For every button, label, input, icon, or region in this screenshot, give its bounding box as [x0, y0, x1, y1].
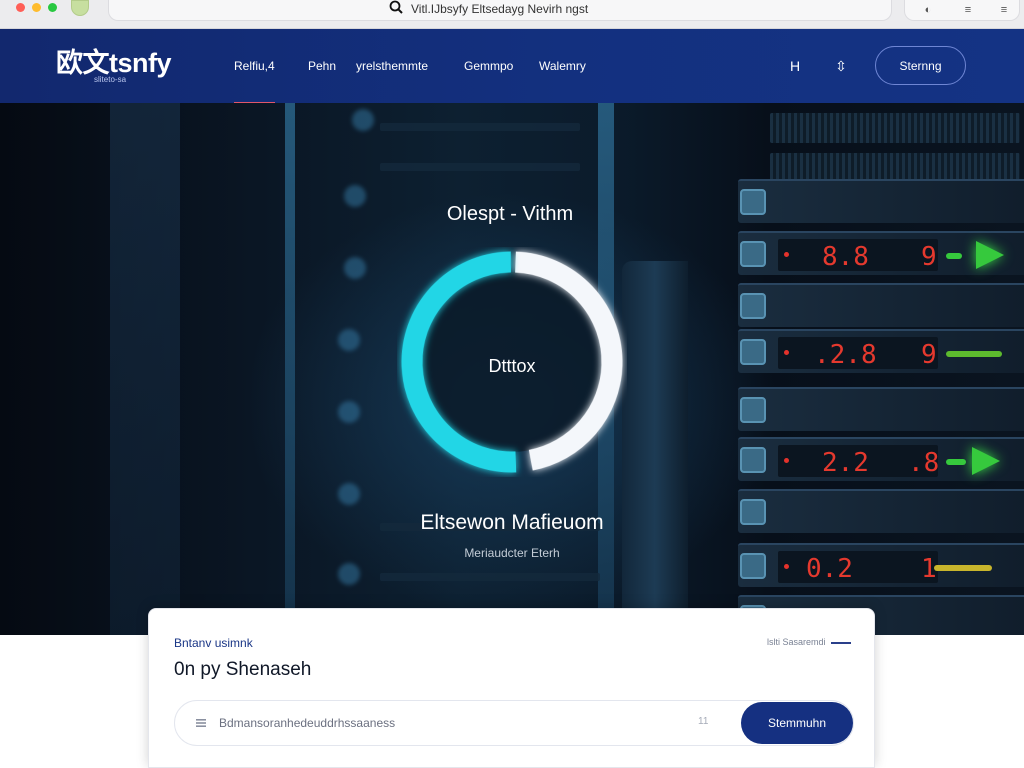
- bokeh-light: [352, 109, 374, 131]
- hero-heading: Olespt - Vithm: [446, 203, 574, 225]
- rack-knob: [740, 447, 766, 473]
- circle-half-icon[interactable]: ◐: [921, 3, 935, 17]
- browser-tab[interactable]: [71, 0, 89, 16]
- rack-vent: [770, 113, 1020, 143]
- readout-value: 9: [921, 242, 937, 272]
- progress-ring: Dtttox: [397, 247, 627, 477]
- rack-unit: [738, 489, 1024, 533]
- nav-item-2[interactable]: Pehn: [308, 59, 336, 73]
- search-bar: 11 Stemmuhn: [174, 700, 854, 746]
- hero-subtitle: Meriaudcter Eterh: [464, 546, 560, 560]
- filter-icon[interactable]: [195, 718, 207, 728]
- rack-knob: [740, 241, 766, 267]
- browser-chrome: Vitl.IJbsyfy Eltsedayg Nevirh ngst ◐ ≡ ≡: [0, 0, 1024, 29]
- readout-value: 0.2: [806, 554, 853, 584]
- send-icon[interactable]: ⇳: [832, 57, 850, 75]
- close-window-button[interactable]: [16, 3, 25, 12]
- search-hint: 11: [698, 716, 709, 727]
- card-more-link[interactable]: lslti Sasaremdi: [767, 637, 851, 647]
- led-display: 2.2 .8: [778, 445, 940, 478]
- status-led: [946, 459, 966, 465]
- menu-icon[interactable]: ≡: [997, 3, 1011, 17]
- status-led: [934, 565, 992, 571]
- rack-knob: [740, 293, 766, 319]
- bokeh-light: [338, 401, 360, 423]
- search-submit-button[interactable]: Stemmuhn: [741, 702, 853, 744]
- bokeh-light: [338, 329, 360, 351]
- rack-readout-1: 8.8 9: [738, 231, 1024, 275]
- nav-item-1[interactable]: Relfiu,4: [234, 59, 275, 104]
- rack-slat: [380, 123, 580, 131]
- maximize-window-button[interactable]: [48, 3, 57, 12]
- bokeh-light: [338, 483, 360, 505]
- readout-value: .2.8: [814, 340, 877, 370]
- header-cta-button[interactable]: Sternng: [875, 46, 966, 85]
- rack-knob: [740, 397, 766, 423]
- play-arrow-icon: [972, 447, 1000, 475]
- search-input[interactable]: [219, 712, 679, 734]
- readout-value: .8: [908, 448, 940, 478]
- site-header: 欧文tsnfy sliteto-sa Relfiu,4 Pehn yrelsth…: [0, 29, 1024, 104]
- nav-item-4[interactable]: Gemmpo: [464, 59, 513, 73]
- rack-knob: [740, 499, 766, 525]
- led-display: .2.8 9: [778, 337, 938, 370]
- rack-knob: [740, 189, 766, 215]
- rack-slat: [380, 163, 580, 171]
- browser-actions: ◐ ≡ ≡: [904, 0, 1020, 21]
- window-controls: [16, 3, 57, 12]
- card-eyebrow: Bntanv usimnk: [174, 636, 253, 650]
- card-title: 0n py Shenaseh: [174, 659, 312, 680]
- status-dot: [784, 350, 789, 355]
- minimize-window-button[interactable]: [32, 3, 41, 12]
- site-logo[interactable]: 欧文tsnfy sliteto-sa: [56, 48, 172, 84]
- readout-value: 2.2: [822, 448, 869, 478]
- logo-text: 欧文tsnfy: [56, 48, 172, 78]
- rack-knob: [740, 553, 766, 579]
- bokeh-light: [338, 563, 360, 585]
- nav-item-5[interactable]: Walemry: [539, 59, 586, 73]
- logo-tagline: sliteto-sa: [94, 75, 127, 84]
- rack-knob: [740, 339, 766, 365]
- status-dot: [784, 564, 789, 569]
- status-dot: [784, 252, 789, 257]
- h-icon[interactable]: H: [786, 57, 804, 75]
- play-arrow-icon: [976, 241, 1004, 269]
- bokeh-light: [344, 185, 366, 207]
- search-icon: [389, 0, 403, 14]
- status-dot: [784, 458, 789, 463]
- led-display: 8.8 9: [778, 239, 938, 272]
- list-icon[interactable]: ≡: [961, 3, 975, 17]
- url-text: Vitl.IJbsyfy Eltsedayg Nevirh ngst: [411, 2, 589, 16]
- rack-unit: [738, 387, 1024, 431]
- rack-readout-2: .2.8 9: [738, 329, 1024, 373]
- readout-value: 8.8: [822, 242, 869, 272]
- background-rack: [110, 103, 180, 635]
- rack-slat: [380, 573, 600, 581]
- led-display: 0.2 1: [778, 551, 938, 584]
- rack-readout-4: 0.2 1: [738, 543, 1024, 587]
- hero-title: Eltsewon Mafieuom: [420, 511, 604, 534]
- ring-center-label: Dtttox: [488, 356, 536, 376]
- rack-unit: [738, 179, 1024, 223]
- hero-section: 8.8 9 .2.8 9 2.2 .8 0.2 1 Olespt - Vithm…: [0, 103, 1024, 635]
- nav-item-3[interactable]: yrelsthemmte: [356, 59, 428, 73]
- status-led: [946, 351, 1002, 357]
- readout-value: 9: [921, 340, 937, 370]
- rack-unit: [738, 283, 1024, 327]
- background-rack-light: [285, 103, 295, 635]
- status-led: [946, 253, 962, 259]
- server-tower: [622, 261, 688, 617]
- address-bar[interactable]: Vitl.IJbsyfy Eltsedayg Nevirh ngst: [108, 0, 892, 21]
- rack-readout-3: 2.2 .8: [738, 437, 1024, 481]
- search-card: Bntanv usimnk lslti Sasaremdi 0n py Shen…: [148, 608, 875, 768]
- bokeh-light: [344, 257, 366, 279]
